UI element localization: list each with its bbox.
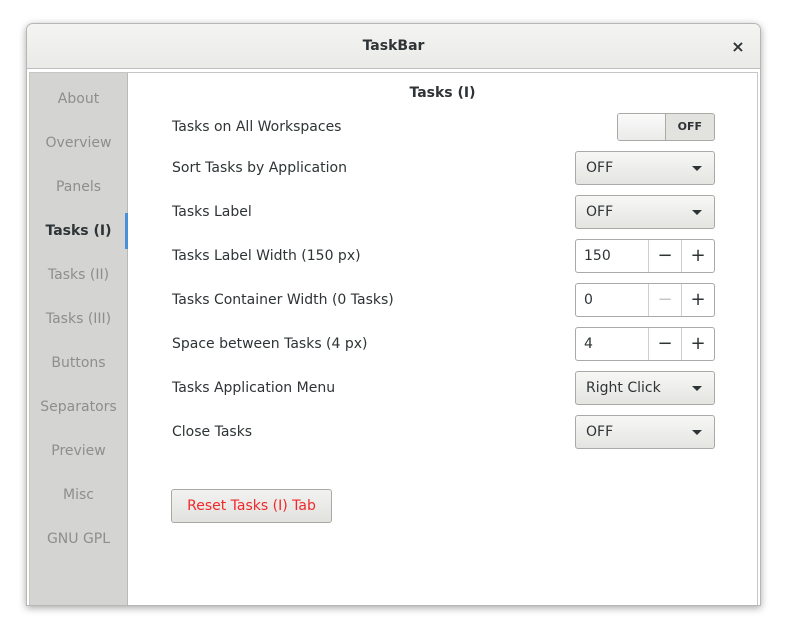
dropdown-value: Right Click (586, 380, 661, 396)
increment-button[interactable]: + (681, 284, 714, 316)
reset-tab-button[interactable]: Reset Tasks (I) Tab (171, 489, 332, 523)
app-menu-dropdown[interactable]: Right Click (575, 371, 715, 405)
settings-panel: Tasks (I) Tasks on All Workspaces OFF So… (128, 73, 757, 605)
sidebar-item-buttons[interactable]: Buttons (30, 345, 127, 381)
increment-button[interactable]: + (681, 328, 714, 360)
chevron-down-icon (692, 386, 702, 391)
dropdown-value: OFF (586, 160, 614, 176)
switch-knob (618, 114, 666, 140)
close-tasks-label: Close Tasks (172, 424, 253, 440)
sidebar-item-tasks-i[interactable]: Tasks (I) (30, 213, 128, 249)
dropdown-value: OFF (586, 204, 614, 220)
close-tasks-dropdown[interactable]: OFF (575, 415, 715, 449)
titlebar: TaskBar × (27, 24, 760, 69)
chevron-down-icon (692, 166, 702, 171)
sidebar-item-gnu-gpl[interactable]: GNU GPL (30, 521, 127, 557)
space-between-label: Space between Tasks (4 px) (172, 336, 368, 352)
chevron-down-icon (692, 210, 702, 215)
section-title: Tasks (I) (409, 85, 476, 101)
sidebar-item-overview[interactable]: Overview (30, 125, 127, 161)
sidebar-item-tasks-iii[interactable]: Tasks (III) (30, 301, 127, 337)
label-width-label: Tasks Label Width (150 px) (172, 248, 361, 264)
sidebar-item-separators[interactable]: Separators (30, 389, 127, 425)
content-frame: About Overview Panels Tasks (I) Tasks (I… (29, 72, 758, 605)
decrement-button[interactable]: − (648, 240, 681, 272)
label-width-input[interactable] (576, 240, 648, 272)
all-workspaces-switch[interactable]: OFF (617, 113, 715, 141)
space-between-spinner: − + (575, 327, 715, 361)
decrement-button[interactable]: − (648, 328, 681, 360)
app-menu-label: Tasks Application Menu (172, 380, 336, 396)
tasks-label-dropdown[interactable]: OFF (575, 195, 715, 229)
space-between-input[interactable] (576, 328, 648, 360)
close-button[interactable]: × (726, 35, 750, 59)
sort-by-app-label: Sort Tasks by Application (172, 160, 347, 176)
sidebar: About Overview Panels Tasks (I) Tasks (I… (30, 73, 128, 605)
tasks-label-label: Tasks Label (172, 204, 252, 220)
label-width-spinner: − + (575, 239, 715, 273)
sidebar-item-panels[interactable]: Panels (30, 169, 127, 205)
sidebar-item-about[interactable]: About (30, 81, 127, 117)
sidebar-item-misc[interactable]: Misc (30, 477, 127, 513)
increment-button[interactable]: + (681, 240, 714, 272)
sidebar-item-preview[interactable]: Preview (30, 433, 127, 469)
dropdown-value: OFF (586, 424, 614, 440)
sort-by-app-dropdown[interactable]: OFF (575, 151, 715, 185)
container-width-label: Tasks Container Width (0 Tasks) (172, 292, 394, 308)
all-workspaces-label: Tasks on All Workspaces (172, 119, 342, 135)
decrement-button: − (648, 284, 681, 316)
switch-state-text: OFF (677, 120, 702, 133)
container-width-spinner: − + (575, 283, 715, 317)
sidebar-item-tasks-ii[interactable]: Tasks (II) (30, 257, 127, 293)
close-icon: × (731, 37, 745, 56)
window-title: TaskBar (362, 38, 425, 54)
chevron-down-icon (692, 430, 702, 435)
container-width-input[interactable] (576, 284, 648, 316)
taskbar-settings-window: TaskBar × About Overview Panels Tasks (I… (26, 23, 761, 606)
